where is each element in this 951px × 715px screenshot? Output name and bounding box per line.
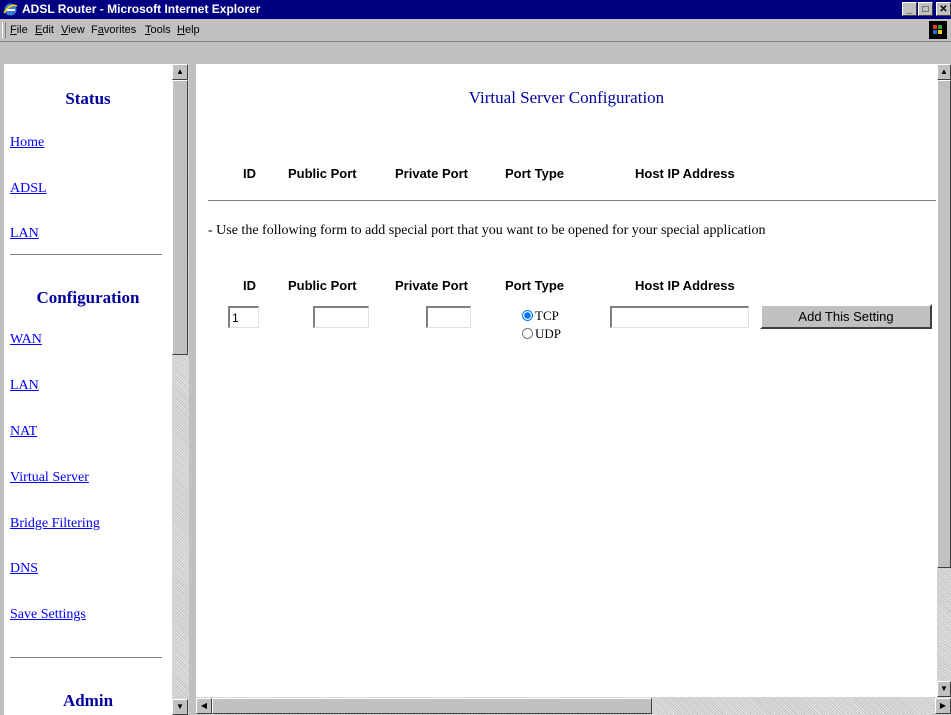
main-vertical-scrollbar[interactable]: ▲ ▼ bbox=[937, 64, 951, 697]
main-horizontal-scrollbar[interactable]: ◀ ▶ bbox=[196, 697, 951, 715]
scroll-up-arrow-icon[interactable]: ▲ bbox=[172, 64, 188, 80]
nav-divider bbox=[10, 657, 162, 659]
private-port-input[interactable] bbox=[426, 306, 471, 328]
nav-link-virtual-server[interactable]: Virtual Server bbox=[10, 470, 89, 486]
main-content-pane: Virtual Server Configuration ID Public P… bbox=[196, 64, 937, 697]
window-title-bar: ADSL Router - Microsoft Internet Explore… bbox=[0, 0, 951, 19]
radio-udp[interactable]: UDP bbox=[522, 326, 561, 342]
radio-tcp[interactable]: TCP bbox=[522, 308, 559, 324]
table-header-public-port: Public Port bbox=[288, 166, 357, 181]
form-header-port-type: Port Type bbox=[505, 278, 564, 293]
id-input[interactable] bbox=[228, 306, 259, 328]
nav-link-home[interactable]: Home bbox=[10, 135, 44, 151]
nav-link-nat[interactable]: NAT bbox=[10, 424, 37, 440]
scrollbar-thumb[interactable] bbox=[172, 80, 188, 355]
nav-link-dns[interactable]: DNS bbox=[10, 561, 38, 577]
scroll-left-arrow-icon[interactable]: ◀ bbox=[196, 698, 212, 714]
table-header-port-type: Port Type bbox=[505, 166, 564, 181]
scroll-down-arrow-icon[interactable]: ▼ bbox=[172, 699, 188, 715]
close-button[interactable]: ✕ bbox=[936, 2, 951, 16]
add-this-setting-button[interactable]: Add This Setting bbox=[760, 304, 932, 329]
configuration-heading: Configuration bbox=[36, 288, 140, 307]
menu-grip bbox=[2, 22, 6, 38]
radio-udp-button[interactable] bbox=[522, 328, 533, 339]
form-header-private-port: Private Port bbox=[395, 278, 468, 293]
form-header-host-ip: Host IP Address bbox=[635, 278, 735, 293]
nav-link-status-lan[interactable]: LAN bbox=[10, 226, 39, 242]
radio-udp-label: UDP bbox=[535, 326, 562, 341]
window-title: ADSL Router - Microsoft Internet Explore… bbox=[22, 2, 261, 16]
minimize-button[interactable]: _ bbox=[902, 2, 917, 16]
scroll-up-arrow-icon[interactable]: ▲ bbox=[937, 64, 951, 80]
internet-explorer-icon bbox=[3, 3, 18, 16]
page-title: Virtual Server Configuration bbox=[468, 88, 665, 107]
table-header-private-port: Private Port bbox=[395, 166, 468, 181]
menu-file[interactable]: File bbox=[10, 24, 28, 36]
status-heading: Status bbox=[65, 89, 111, 108]
host-ip-input[interactable] bbox=[610, 306, 749, 328]
menu-edit[interactable]: Edit bbox=[35, 24, 54, 36]
nav-link-adsl[interactable]: ADSL bbox=[10, 181, 47, 197]
nav-link-bridge-filtering[interactable]: Bridge Filtering bbox=[10, 516, 100, 532]
nav-link-save-settings[interactable]: Save Settings bbox=[10, 607, 86, 623]
scrollbar-thumb[interactable] bbox=[937, 80, 951, 568]
menu-tools[interactable]: Tools bbox=[145, 24, 171, 36]
scroll-right-arrow-icon[interactable]: ▶ bbox=[935, 698, 951, 714]
public-port-input[interactable] bbox=[313, 306, 369, 328]
menu-help[interactable]: Help bbox=[177, 24, 200, 36]
radio-tcp-label: TCP bbox=[535, 308, 559, 323]
nav-link-config-lan[interactable]: LAN bbox=[10, 378, 39, 394]
nav-link-wan[interactable]: WAN bbox=[10, 332, 42, 348]
radio-tcp-button[interactable] bbox=[522, 310, 533, 321]
table-header-host-ip: Host IP Address bbox=[635, 166, 735, 181]
menu-bar: File Edit View Favorites Tools Help bbox=[0, 19, 951, 42]
form-header-id: ID bbox=[243, 278, 256, 293]
frame-divider[interactable] bbox=[189, 64, 196, 715]
menu-view[interactable]: View bbox=[61, 24, 85, 36]
admin-heading: Admin bbox=[62, 691, 114, 710]
scroll-down-arrow-icon[interactable]: ▼ bbox=[937, 681, 951, 697]
menu-favorites[interactable]: Favorites bbox=[91, 24, 136, 36]
scrollbar-thumb[interactable] bbox=[212, 698, 652, 714]
instruction-text: - Use the following form to add special … bbox=[208, 223, 766, 238]
table-header-id: ID bbox=[243, 166, 256, 181]
nav-divider bbox=[10, 254, 162, 256]
horizontal-rule bbox=[208, 200, 936, 202]
left-pane-vertical-scrollbar[interactable]: ▲ ▼ bbox=[172, 64, 189, 715]
windows-logo-icon bbox=[929, 21, 947, 39]
left-nav-pane: Status Home ADSL LAN Configuration WAN L… bbox=[4, 64, 172, 715]
maximize-button[interactable]: □ bbox=[918, 2, 933, 16]
form-header-public-port: Public Port bbox=[288, 278, 357, 293]
